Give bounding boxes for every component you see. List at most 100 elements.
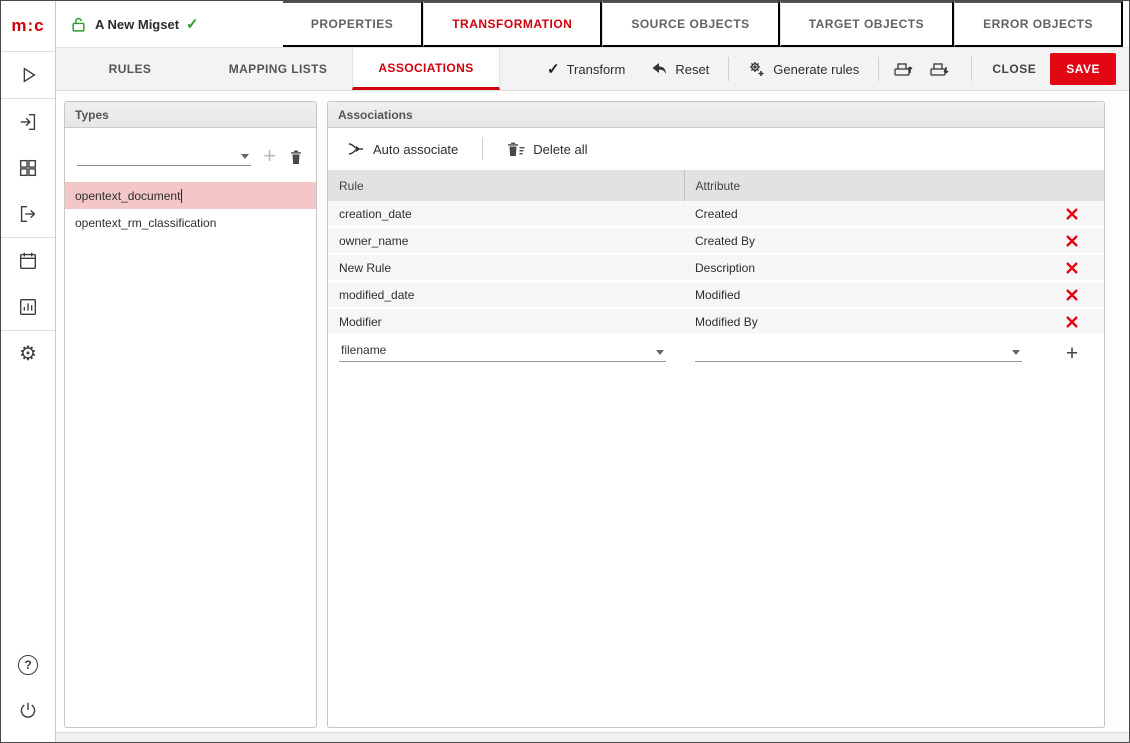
run-migration-icon[interactable]	[1, 52, 55, 98]
red-x-icon	[1065, 261, 1079, 275]
toolbar-divider	[878, 57, 879, 81]
remove-association-button[interactable]	[1065, 234, 1079, 248]
attribute-cell: Description	[684, 255, 1040, 280]
chevron-down-icon	[1012, 350, 1020, 355]
app-logo[interactable]: m:c	[1, 1, 55, 51]
add-association-button[interactable]: +	[1066, 345, 1078, 363]
rule-cell: New Rule	[328, 255, 684, 280]
power-icon[interactable]	[1, 688, 55, 734]
tab-rules[interactable]: RULES	[56, 48, 204, 90]
attribute-cell: Modified By	[684, 309, 1040, 334]
table-row[interactable]: owner_name Created By	[328, 228, 1104, 255]
export-icon[interactable]	[1, 191, 55, 237]
rule-cell: creation_date	[328, 201, 684, 226]
table-row[interactable]: creation_date Created	[328, 201, 1104, 228]
auto-associate-button[interactable]: Auto associate	[342, 141, 464, 157]
remove-association-button[interactable]	[1065, 315, 1079, 329]
close-button[interactable]: CLOSE	[978, 54, 1050, 84]
associations-panel-title: Associations	[338, 108, 413, 122]
generate-rules-button[interactable]: Generate rules	[735, 48, 872, 90]
check-icon: ✓	[547, 60, 560, 78]
delete-type-button[interactable]	[288, 149, 304, 166]
types-panel-header: Types	[65, 102, 316, 128]
associations-toolbar: Auto associate Delete all	[328, 128, 1104, 170]
type-filter-dropdown[interactable]	[77, 144, 251, 166]
remove-association-button[interactable]	[1065, 261, 1079, 275]
tab-transformation[interactable]: TRANSFORMATION	[423, 1, 602, 47]
type-label: opentext_rm_classification	[75, 216, 216, 230]
toolbar-actions: ✓ Transform Reset Generate rules	[534, 48, 957, 90]
reset-button[interactable]: Reset	[638, 48, 722, 90]
tab-error-objects[interactable]: ERROR OBJECTS	[954, 1, 1123, 47]
red-x-icon	[1065, 288, 1079, 302]
import-rules-icon[interactable]	[921, 48, 957, 90]
chevron-down-icon	[656, 350, 664, 355]
types-panel-title: Types	[75, 108, 109, 122]
new-rule-value: filename	[341, 343, 386, 357]
red-x-icon	[1065, 234, 1079, 248]
tab-source-objects[interactable]: SOURCE OBJECTS	[602, 1, 779, 47]
modules-grid-icon[interactable]	[1, 145, 55, 191]
import-icon[interactable]	[1, 99, 55, 145]
new-attribute-dropdown[interactable]	[695, 340, 1022, 362]
reset-label: Reset	[675, 62, 709, 77]
toolbar-divider	[728, 57, 729, 81]
table-row[interactable]: New Rule Description	[328, 255, 1104, 282]
table-header-row: Rule Attribute	[328, 170, 1104, 201]
gear-glyph: ⚙	[19, 344, 37, 364]
remove-association-button[interactable]	[1065, 207, 1079, 221]
tab-properties[interactable]: PROPERTIES	[283, 1, 423, 47]
app-window: m:c ⚙ ?	[0, 0, 1130, 743]
attribute-cell: Created	[684, 201, 1040, 226]
delete-all-button[interactable]: Delete all	[501, 141, 593, 158]
trash-icon	[288, 149, 304, 166]
generate-rules-label: Generate rules	[773, 62, 859, 77]
help-icon[interactable]: ?	[1, 642, 55, 688]
main-area: A New Migset ✓ PROPERTIES TRANSFORMATION…	[56, 1, 1129, 742]
horizontal-scrollbar[interactable]	[56, 732, 1129, 742]
export-rules-icon[interactable]	[885, 48, 921, 90]
rule-cell: Modifier	[328, 309, 684, 334]
rule-cell: modified_date	[328, 282, 684, 307]
help-glyph: ?	[18, 655, 38, 675]
tab-target-objects[interactable]: TARGET OBJECTS	[780, 1, 954, 47]
red-x-icon	[1065, 207, 1079, 221]
text-cursor	[181, 189, 182, 203]
add-type-button[interactable]: +	[261, 146, 278, 166]
chevron-down-icon	[241, 154, 249, 159]
types-controls: +	[65, 128, 316, 176]
scheduler-calendar-icon[interactable]	[1, 238, 55, 284]
undo-arrow-icon	[651, 62, 668, 77]
table-row[interactable]: Modifier Modified By	[328, 309, 1104, 336]
new-rule-cell: filename	[328, 340, 684, 368]
rule-cell: owner_name	[328, 228, 684, 253]
new-rule-dropdown[interactable]: filename	[339, 340, 666, 362]
type-item-opentext-document[interactable]: opentext_document	[65, 182, 316, 209]
transform-label: Transform	[567, 62, 626, 77]
table-row[interactable]: modified_date Modified	[328, 282, 1104, 309]
delete-sweep-icon	[507, 141, 525, 158]
remove-association-button[interactable]	[1065, 288, 1079, 302]
transformation-toolbar: RULES MAPPING LISTS ASSOCIATIONS ✓ Trans…	[56, 48, 1129, 91]
transform-button[interactable]: ✓ Transform	[534, 48, 638, 90]
new-attribute-cell	[684, 340, 1040, 368]
column-header-attribute: Attribute	[684, 170, 1041, 201]
settings-gear-icon[interactable]: ⚙	[1, 331, 55, 377]
type-item-opentext-rm-classification[interactable]: opentext_rm_classification	[65, 209, 316, 236]
top-header: A New Migset ✓ PROPERTIES TRANSFORMATION…	[56, 1, 1129, 48]
save-button[interactable]: SAVE	[1050, 53, 1116, 85]
migset-name: A New Migset	[95, 17, 179, 32]
reports-icon[interactable]	[1, 284, 55, 330]
column-header-rule: Rule	[328, 170, 684, 201]
auto-associate-label: Auto associate	[373, 142, 458, 157]
toolbar-divider	[971, 57, 972, 81]
tab-mapping-lists[interactable]: MAPPING LISTS	[204, 48, 352, 90]
tab-associations[interactable]: ASSOCIATIONS	[352, 48, 500, 90]
valid-check-icon: ✓	[186, 15, 199, 33]
red-x-icon	[1065, 315, 1079, 329]
associations-panel: Associations Auto associate Delete all	[327, 101, 1105, 728]
sidebar: m:c ⚙ ?	[1, 1, 56, 742]
unlock-icon	[70, 16, 87, 33]
toolbar-divider	[482, 138, 483, 160]
types-panel: Types + opentext_document	[64, 101, 317, 728]
